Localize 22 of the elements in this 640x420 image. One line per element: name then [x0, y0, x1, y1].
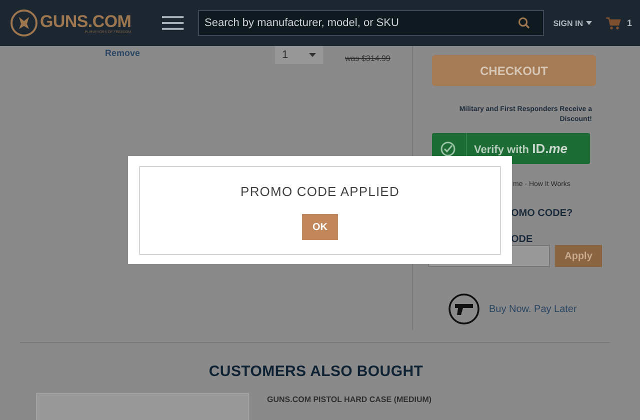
- remove-link[interactable]: Remove: [105, 48, 140, 58]
- caret-icon: [309, 53, 316, 57]
- pay-later-link[interactable]: Buy Now. Pay Later: [489, 304, 577, 314]
- ok-button[interactable]: OK: [302, 214, 338, 240]
- promo-heading: OMO CODE?: [511, 208, 573, 219]
- caret-icon[interactable]: [586, 21, 592, 25]
- pistol-icon: [448, 293, 480, 325]
- logo-emblem-icon: [10, 9, 38, 37]
- was-price: was $314.99: [345, 54, 390, 63]
- product-name[interactable]: GUNS.COM PISTOL HARD CASE (MEDIUM): [267, 395, 432, 420]
- menu-icon[interactable]: [162, 16, 184, 30]
- search-field[interactable]: Search by manufacturer, model, or SKU: [198, 10, 544, 36]
- cart-count: 1: [626, 18, 632, 28]
- checkout-button[interactable]: CHECKOUT: [432, 55, 596, 86]
- sign-in-link[interactable]: SIGN IN: [553, 18, 583, 28]
- apply-button[interactable]: Apply: [555, 245, 602, 267]
- logo-text: GUNS.COM: [40, 12, 132, 30]
- promo-label: ODE: [511, 234, 533, 245]
- check-circle-icon: [440, 140, 456, 156]
- section-heading: CUSTOMERS ALSO BOUGHT: [208, 363, 424, 380]
- quantity-select[interactable]: 1: [275, 46, 324, 64]
- modal-title: PROMO CODE APPLIED: [240, 184, 400, 199]
